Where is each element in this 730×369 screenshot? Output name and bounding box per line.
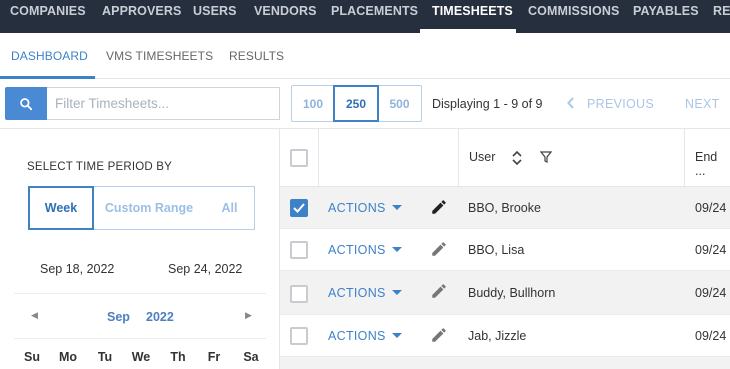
nav-item-placements[interactable]: PLACEMENTS (331, 0, 418, 33)
user-cell: Jab, Jizzle (468, 329, 527, 343)
weekday-label: Th (170, 350, 186, 364)
actions-button[interactable]: ACTIONS (328, 243, 386, 257)
calendar-year[interactable]: 2022 (146, 310, 174, 324)
column-separator (684, 129, 685, 187)
chevron-left-icon (567, 97, 574, 109)
end-column-header[interactable]: End ... (695, 150, 730, 178)
calendar-next-icon[interactable]: ▶ (245, 310, 252, 321)
user-cell: BBO, Brooke (468, 201, 541, 215)
active-tab-indicator (0, 76, 95, 79)
sort-icon[interactable] (511, 150, 523, 166)
time-period-panel: SELECT TIME PERIOD BY Week Custom Range … (0, 129, 280, 369)
actions-button[interactable]: ACTIONS (328, 201, 386, 215)
page-size-500[interactable]: 500 (377, 85, 422, 122)
table-row[interactable]: ACTIONS BBO, Brooke 09/24 (280, 187, 730, 229)
table-row[interactable] (280, 357, 730, 369)
nav-item-vendors[interactable]: VENDORS (254, 0, 317, 33)
tab-dashboard[interactable]: DASHBOARD (11, 49, 88, 63)
nav-item-users[interactable]: USERS (193, 0, 237, 33)
nav-item-rec[interactable]: REC (713, 0, 730, 33)
edit-pencil-icon[interactable] (430, 240, 448, 258)
nav-item-commissions[interactable]: COMMISSIONS (528, 0, 619, 33)
page-size-250[interactable]: 250 (333, 85, 379, 122)
grid-header: User End ... (280, 129, 730, 187)
actions-caret-icon[interactable] (392, 247, 402, 252)
row-checkbox[interactable] (290, 327, 308, 345)
end-date-cell: 09/24 (695, 201, 727, 215)
previous-button[interactable]: PREVIOUS (567, 97, 654, 111)
calendar-divider (14, 293, 266, 294)
sub-tabs: DASHBOARD VMS TIMESHEETS RESULTS (0, 33, 730, 79)
actions-button[interactable]: ACTIONS (328, 286, 386, 300)
top-navigation: COMPANIES APPROVERS USERS VENDORS PLACEM… (0, 0, 730, 33)
search-button[interactable] (5, 87, 47, 120)
table-row[interactable]: ACTIONS Jab, Jizzle 09/24 (280, 315, 730, 357)
displaying-count: Displaying 1 - 9 of 9 (432, 97, 543, 111)
end-date-cell: 09/24 (695, 329, 727, 343)
user-cell: Buddy, Bullhorn (468, 286, 556, 300)
weekday-label: We (131, 350, 151, 364)
edit-pencil-icon[interactable] (430, 326, 448, 344)
table-row[interactable]: ACTIONS Buddy, Bullhorn 09/24 (280, 271, 730, 315)
period-week-button[interactable]: Week (28, 186, 94, 230)
tab-vms-timesheets[interactable]: VMS TIMESHEETS (106, 49, 213, 63)
end-date[interactable]: Sep 24, 2022 (168, 262, 242, 276)
nav-item-payables[interactable]: PAYABLES (633, 0, 699, 33)
period-all-button[interactable]: All (204, 186, 255, 230)
user-cell: BBO, Lisa (468, 243, 525, 257)
weekday-label: Sa (243, 350, 259, 364)
weekday-label: Mo (58, 350, 78, 364)
calendar-month[interactable]: Sep (107, 310, 130, 324)
end-date-cell: 09/24 (695, 286, 727, 300)
next-button[interactable]: NEXT (685, 97, 720, 111)
row-checkbox[interactable] (290, 285, 308, 303)
column-separator (458, 129, 459, 187)
row-checkbox[interactable] (290, 241, 308, 259)
nav-item-companies[interactable]: COMPANIES (10, 0, 86, 33)
weekday-label: Su (24, 350, 40, 364)
calendar-prev-icon[interactable]: ◀ (31, 310, 38, 321)
row-checkbox[interactable] (290, 199, 308, 217)
period-label: SELECT TIME PERIOD BY (27, 161, 173, 173)
weekday-label: Tu (97, 350, 113, 364)
checkmark-icon (293, 203, 305, 213)
previous-label: PREVIOUS (587, 97, 654, 111)
start-date[interactable]: Sep 18, 2022 (40, 262, 114, 276)
actions-caret-icon[interactable] (392, 333, 402, 338)
search-icon (20, 97, 33, 110)
column-separator (318, 129, 319, 187)
actions-caret-icon[interactable] (392, 290, 402, 295)
edit-pencil-icon[interactable] (430, 282, 448, 300)
calendar-divider-2 (14, 338, 266, 339)
filter-icon[interactable] (540, 151, 552, 163)
select-all-checkbox[interactable] (290, 149, 308, 167)
period-custom-range-button[interactable]: Custom Range (94, 186, 204, 230)
actions-caret-icon[interactable] (392, 205, 402, 210)
table-row[interactable]: ACTIONS BBO, Lisa 09/24 (280, 229, 730, 271)
edit-pencil-icon[interactable] (430, 198, 448, 216)
user-column-header[interactable]: User (469, 150, 495, 164)
nav-item-approvers[interactable]: APPROVERS (102, 0, 181, 33)
page-size-100[interactable]: 100 (291, 85, 335, 122)
filter-timesheets-input[interactable] (47, 87, 280, 120)
weekday-label: Fr (207, 350, 221, 364)
actions-button[interactable]: ACTIONS (328, 329, 386, 343)
tab-results[interactable]: RESULTS (229, 49, 284, 63)
end-date-cell: 09/24 (695, 243, 727, 257)
